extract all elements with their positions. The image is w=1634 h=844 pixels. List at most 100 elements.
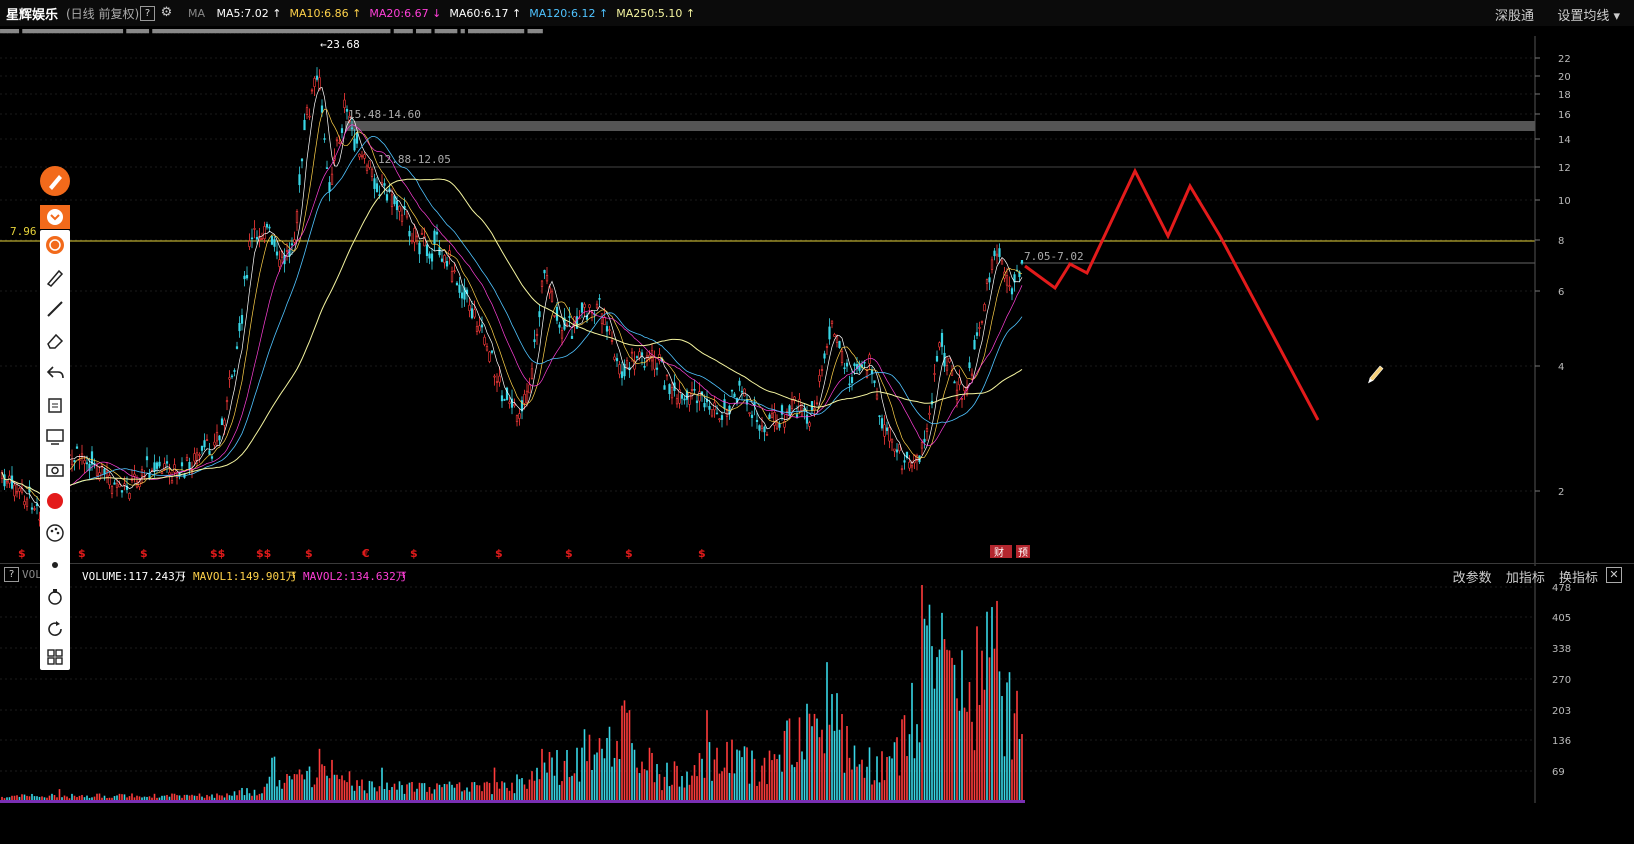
camera-icon[interactable]	[38, 454, 72, 484]
event-marker[interactable]: €	[361, 547, 370, 560]
undo-icon[interactable]	[38, 358, 72, 388]
volume-bar	[686, 771, 688, 800]
volume-bar	[131, 793, 133, 800]
volume-bar	[498, 788, 501, 800]
candle-body	[680, 394, 684, 399]
volume-bar	[946, 649, 948, 800]
event-marker[interactable]: $	[410, 547, 418, 560]
gear-icon[interactable]: ⚙	[160, 6, 173, 19]
line-icon[interactable]	[38, 294, 72, 324]
palette-icon[interactable]	[38, 518, 72, 548]
y-tick-label: 22	[1558, 54, 1571, 65]
candle-body	[230, 375, 234, 378]
volume-bar	[953, 664, 956, 800]
volume-bar	[308, 766, 311, 800]
volume-bar	[446, 784, 448, 800]
volume-bar	[891, 758, 893, 800]
record-icon[interactable]	[38, 486, 72, 516]
volume-bar	[366, 793, 368, 800]
candle-body	[273, 239, 276, 247]
candle-body	[600, 313, 604, 325]
candle-body	[990, 259, 994, 270]
event-marker[interactable]: $	[78, 547, 86, 560]
refresh-icon[interactable]	[38, 614, 72, 644]
help-icon[interactable]: ?	[140, 6, 155, 21]
candle-body	[473, 309, 476, 318]
volume-bar	[1018, 739, 1021, 800]
event-marker[interactable]: $	[625, 547, 633, 560]
event-marker[interactable]: $	[140, 547, 148, 560]
event-marker[interactable]: $	[18, 547, 26, 560]
event-marker[interactable]: $	[698, 547, 706, 560]
candle-body	[690, 389, 694, 391]
stock-name[interactable]: 星辉娱乐	[6, 4, 58, 23]
volume-chart[interactable]: 478 405 338 270 203 136 69	[0, 583, 1634, 803]
forecast-drawing[interactable]	[1024, 167, 1320, 421]
volume-bar	[888, 756, 891, 800]
event-marker[interactable]: $	[565, 547, 573, 560]
volume-bar	[148, 796, 151, 800]
candle-body	[173, 464, 176, 473]
grid-icon[interactable]	[38, 642, 72, 672]
volume-bar	[258, 793, 261, 800]
volume-bar	[456, 783, 458, 800]
draw-pen-icon[interactable]	[38, 166, 72, 196]
volume-bar	[358, 785, 361, 800]
volume-bar	[808, 713, 811, 800]
volume-bar	[788, 718, 791, 800]
volume-bar	[503, 782, 506, 800]
volume-bar	[488, 782, 491, 800]
event-marker[interactable]: $$	[210, 547, 225, 560]
candle-body	[528, 384, 531, 394]
screen-icon[interactable]	[38, 422, 72, 452]
dot-icon[interactable]	[38, 550, 72, 580]
pencil-cursor-icon	[1368, 365, 1384, 384]
candle-body	[638, 351, 641, 359]
candle-body	[720, 415, 724, 420]
candle-body	[290, 243, 294, 246]
volume-bar	[91, 797, 93, 800]
candle-body	[688, 392, 691, 405]
candle-body	[203, 440, 206, 448]
volume-bar	[958, 710, 961, 800]
volume-bar	[753, 758, 756, 800]
candle-body	[613, 356, 616, 360]
volume-bar	[441, 787, 443, 800]
volume-bar	[246, 788, 248, 800]
volume-bar	[96, 793, 98, 800]
power-icon[interactable]	[38, 230, 72, 260]
magnet-icon[interactable]	[38, 582, 72, 612]
shen-gu-tong-button[interactable]: 深股通	[1495, 5, 1534, 24]
eraser-icon[interactable]	[38, 326, 72, 356]
volume-bar	[601, 748, 603, 800]
volume-bar	[678, 786, 681, 800]
volume-bar	[388, 790, 391, 800]
candle-body	[805, 414, 809, 424]
settings-ma-button[interactable]: 设置均线 ▾	[1557, 5, 1620, 24]
vol-help-icon[interactable]: ?	[4, 567, 19, 582]
candle-body	[718, 418, 721, 421]
clear-icon[interactable]	[38, 390, 72, 420]
volume-bar	[221, 795, 223, 800]
volume-bar	[726, 741, 728, 800]
period-label[interactable]: (日线 前复权)	[66, 5, 139, 22]
candle-body	[998, 248, 1001, 258]
price-zone-band	[345, 121, 1535, 131]
y-tick-label: 4	[1558, 362, 1564, 373]
volume-bar	[71, 793, 73, 800]
volume-bar	[283, 782, 286, 800]
candle-body	[663, 385, 666, 390]
volume-bar	[811, 726, 813, 800]
price-chart[interactable]: ←23.68 15.48-14.60 12.88-12.05 7.05-7.02…	[0, 36, 1634, 566]
volume-bar	[538, 779, 541, 800]
event-marker[interactable]: $$	[256, 547, 271, 560]
pencil-icon[interactable]	[38, 262, 72, 292]
volume-bar	[771, 760, 773, 800]
collapse-icon[interactable]	[38, 202, 72, 232]
candle-body	[925, 428, 929, 432]
volume-bar	[6, 797, 8, 800]
event-marker[interactable]: $	[495, 547, 503, 560]
close-icon[interactable]: ✕	[1606, 567, 1622, 583]
event-marker[interactable]: $	[305, 547, 313, 560]
volume-bar	[353, 790, 356, 800]
